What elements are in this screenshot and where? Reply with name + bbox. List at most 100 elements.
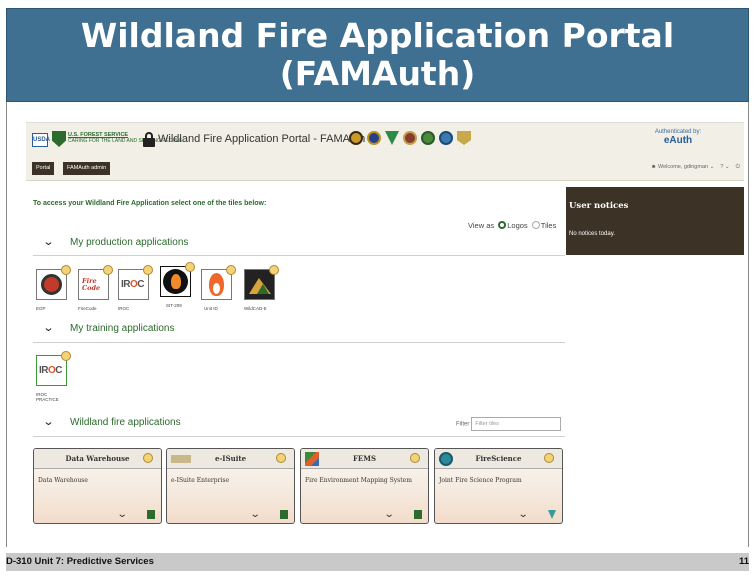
instructions-text: To access your Wildland Fire Application… [33, 200, 267, 207]
chevron-down-icon[interactable]: ⌄ [43, 321, 56, 334]
view-as-toggle: View as Logos Tiles [468, 221, 556, 230]
portal-screenshot: USDA U.S. FOREST SERVICE CARING FOR THE … [26, 122, 744, 528]
radio-tiles-label[interactable]: Tiles [541, 221, 557, 230]
favorite-star-icon[interactable] [276, 453, 286, 463]
app-tile-iroc-practice[interactable]: IROC [36, 351, 71, 386]
slide-title-line2: (FAMAuth) [279, 54, 476, 93]
chevron-down-icon[interactable]: ⌄ [43, 235, 56, 248]
power-icon[interactable]: ⏻ [731, 164, 740, 170]
favorite-star-icon[interactable] [226, 265, 236, 275]
card-header: e-ISuite [167, 449, 294, 469]
doi-seal-icon [421, 131, 435, 145]
app-tile-wildcad-e[interactable] [244, 265, 279, 300]
eauth-logo[interactable]: eAuth [638, 135, 718, 146]
favorite-star-icon[interactable] [143, 453, 153, 463]
forest-service-shield-icon[interactable] [52, 131, 66, 147]
card-title: Data Warehouse [65, 454, 130, 463]
lock-icon [143, 132, 155, 147]
card-description: Fire Environment Mapping System [305, 477, 412, 484]
favorite-star-icon[interactable] [185, 262, 195, 272]
nav-famauth-admin[interactable]: FAMAuth admin [63, 162, 111, 175]
user-notices-panel: User notices No notices today. [566, 187, 744, 255]
nav-portal[interactable]: Portal [32, 162, 55, 175]
app-tile-sit-209[interactable] [160, 262, 195, 297]
favorite-star-icon[interactable] [61, 351, 71, 361]
card-description: Data Warehouse [38, 477, 88, 484]
favorite-star-icon[interactable] [103, 265, 113, 275]
favorite-star-icon[interactable] [61, 265, 71, 275]
card-header: Data Warehouse [34, 449, 161, 469]
app-tile-unit-id[interactable] [201, 265, 236, 300]
divider [33, 342, 565, 343]
user-icon: ☻ [650, 164, 659, 170]
app-tile-firecode[interactable]: Fire Code [78, 265, 113, 300]
auth-provider: Authenticated by: eAuth [638, 129, 718, 146]
chevron-down-icon[interactable]: ⌄ [384, 509, 395, 520]
bia-seal-icon [439, 131, 453, 145]
nps-arrowhead-icon [403, 131, 417, 145]
agency-badge-icon [414, 510, 422, 519]
app-label-iroc: IROC [118, 306, 130, 311]
eagle-seal-icon [367, 131, 381, 145]
app-card-data-warehouse[interactable]: Data Warehouse Data Warehouse ⌄ [33, 448, 162, 524]
chevron-down-icon: ⌄ [708, 164, 715, 170]
filter-input[interactable]: Filter tiles [471, 417, 562, 431]
portal-header: USDA U.S. FOREST SERVICE CARING FOR THE … [26, 123, 744, 181]
section-production[interactable]: ⌄ My production applications [43, 235, 189, 248]
notices-title: User notices [569, 201, 629, 211]
section-training-label: My training applications [70, 323, 175, 334]
card-title: e-ISuite [214, 454, 247, 463]
section-training[interactable]: ⌄ My training applications [43, 321, 175, 334]
radio-logos[interactable] [498, 221, 507, 229]
filter-control: Filter Filter tiles [456, 417, 562, 431]
section-wildland-label: Wildland fire applications [70, 417, 181, 428]
slide-title-banner: Wildland Fire Application Portal (FAMAut… [6, 8, 749, 102]
card-header: FireScience [435, 449, 562, 469]
chevron-down-icon[interactable]: ⌄ [250, 509, 261, 520]
footer-course-label: D-310 Unit 7: Predictive Services [6, 556, 154, 567]
chevron-down-icon[interactable]: ⌄ [117, 509, 128, 520]
slide-title-line1: Wildland Fire Application Portal [80, 16, 675, 55]
app-label-iroc-practice: IROC PRACTICE [36, 392, 59, 402]
radio-tiles[interactable] [531, 221, 540, 229]
favorite-star-icon[interactable] [143, 265, 153, 275]
chevron-down-icon[interactable]: ⌄ [518, 509, 529, 520]
slide-footer: D-310 Unit 7: Predictive Services 11 [6, 553, 749, 571]
fws-shield-icon [385, 131, 399, 145]
agency-seal-icon [349, 131, 363, 145]
app-label-egp: EGP [36, 306, 46, 311]
card-header: FEMS [301, 449, 428, 469]
filter-label: Filter [456, 421, 470, 428]
chevron-down-icon[interactable]: ⌄ [43, 415, 56, 428]
app-card-fems[interactable]: FEMS Fire Environment Mapping System ⌄ [300, 448, 429, 524]
app-label-wildcad-e: WildCAD-E [244, 306, 267, 311]
favorite-star-icon[interactable] [269, 265, 279, 275]
app-label-sit-209: SIT-209 [166, 303, 182, 308]
card-description: e-ISuite Enterprise [171, 477, 230, 484]
agency-badge-icon [280, 510, 288, 519]
usda-logo[interactable]: USDA [32, 133, 50, 147]
card-title: FireScience [475, 454, 522, 463]
help-icon[interactable]: ? ⌄ [716, 164, 729, 170]
welcome-text: Welcome, gdingman [658, 164, 709, 170]
radio-logos-label[interactable]: Logos [507, 221, 527, 230]
usgs-badge-icon [457, 131, 471, 145]
app-label-firecode: FireCode [78, 306, 97, 311]
app-tile-egp[interactable] [36, 265, 71, 300]
footer-page-number: 11 [738, 556, 749, 567]
favorite-star-icon[interactable] [410, 453, 420, 463]
app-card-firescience[interactable]: FireScience Joint Fire Science Program ⌄ [434, 448, 563, 524]
section-wildland[interactable]: ⌄ Wildland fire applications [43, 415, 181, 428]
app-label-unit-id: Unit ID [204, 306, 218, 311]
section-production-label: My production applications [70, 237, 189, 248]
card-description: Joint Fire Science Program [439, 477, 522, 484]
favorite-star-icon[interactable] [544, 453, 554, 463]
app-card-e-isuite[interactable]: e-ISuite e-ISuite Enterprise ⌄ [166, 448, 295, 524]
divider [33, 436, 565, 437]
agency-badge-icon [548, 510, 556, 519]
notices-body: No notices today. [569, 231, 615, 237]
portal-title: Wildland Fire Application Portal - FAMAu… [158, 133, 366, 145]
app-tile-iroc[interactable]: IROC [118, 265, 153, 300]
agency-badge-icon [147, 510, 155, 519]
user-menu[interactable]: ☻ Welcome, gdingman ⌄ ? ⌄ ⏻ [651, 164, 740, 171]
